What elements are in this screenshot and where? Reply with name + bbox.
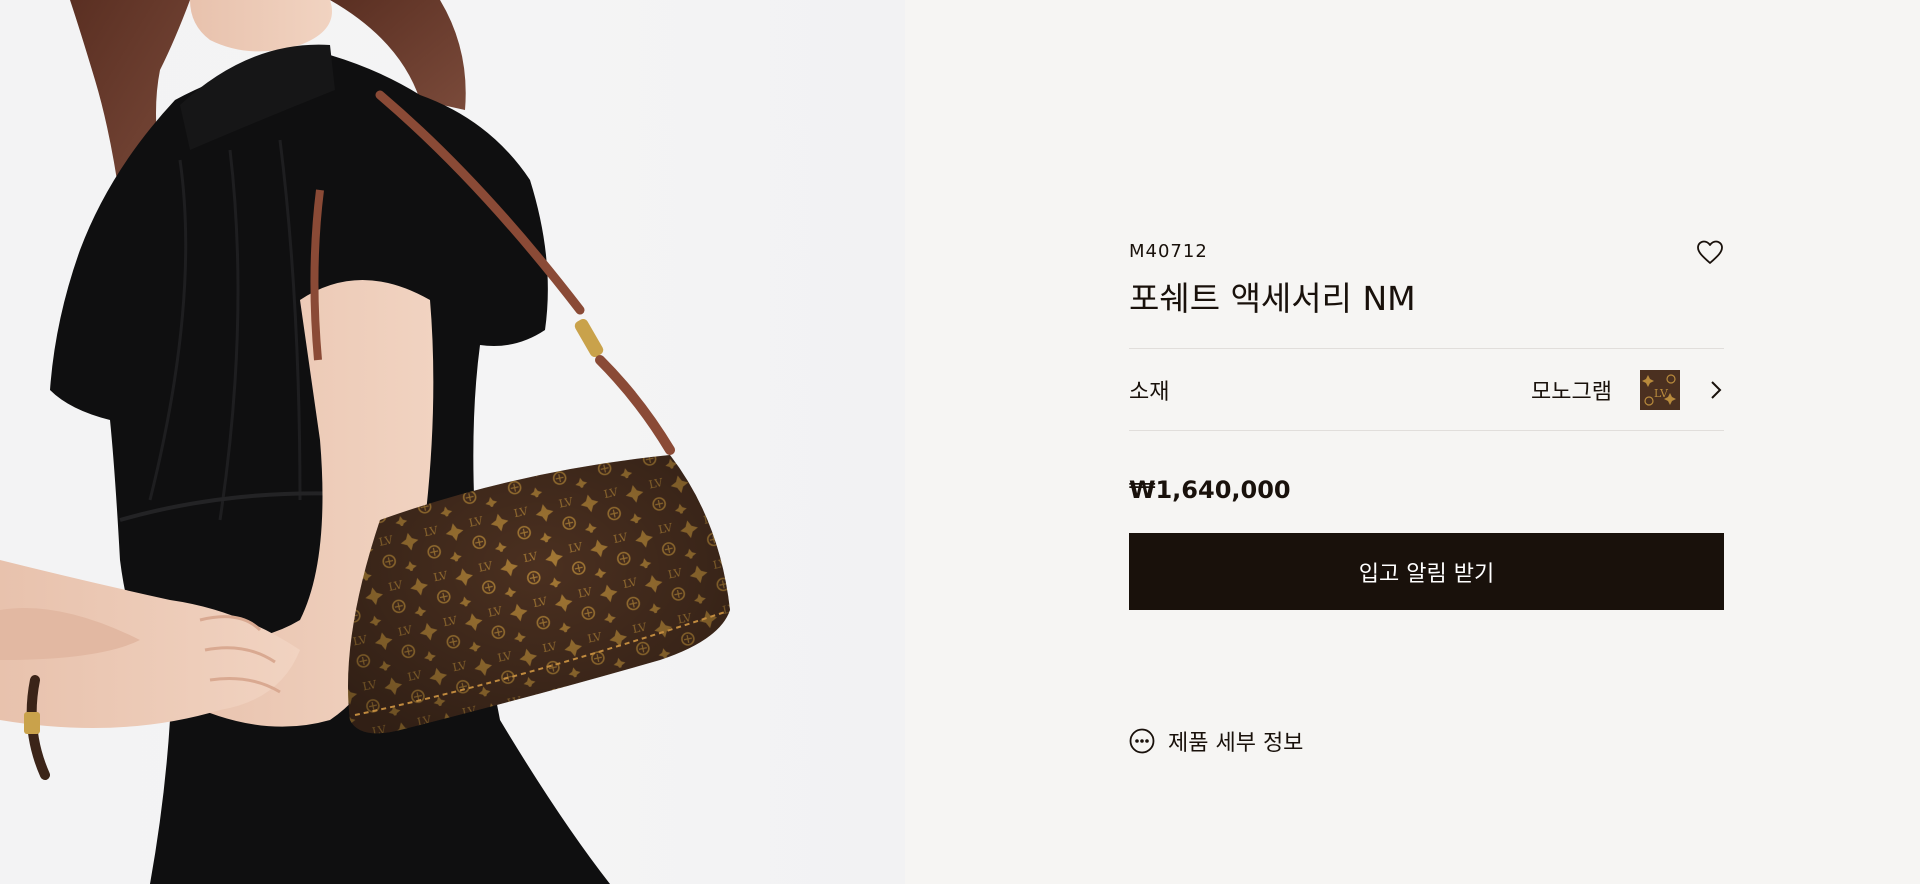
- material-label: 소재: [1129, 379, 1170, 405]
- product-summary: M40712 포쉐트 액세서리 NM 소재 모노그램 LV ₩1,640,000…: [1129, 238, 1724, 756]
- product-price: ₩1,640,000: [1129, 476, 1291, 504]
- monogram-swatch-icon: LV: [1640, 369, 1680, 410]
- chevron-right-icon: [1710, 380, 1724, 400]
- product-sku: M40712: [1129, 241, 1208, 262]
- more-circle-icon: [1129, 728, 1155, 754]
- product-photo-illustration: LV: [0, 0, 730, 884]
- product-details-link[interactable]: 제품 세부 정보: [1129, 726, 1724, 756]
- product-image[interactable]: LV: [0, 0, 905, 884]
- svg-text:LV: LV: [1654, 387, 1669, 400]
- wishlist-button[interactable]: [1696, 238, 1724, 266]
- material-selector[interactable]: 소재 모노그램 LV: [1129, 348, 1724, 431]
- material-swatch: LV: [1640, 369, 1680, 410]
- notify-me-button[interactable]: 입고 알림 받기: [1129, 533, 1724, 610]
- product-title: 포쉐트 액세서리 NM: [1129, 279, 1416, 318]
- heart-outline-icon: [1697, 240, 1723, 264]
- material-selection: 모노그램 LV: [1531, 369, 1724, 410]
- product-details-label: 제품 세부 정보: [1168, 731, 1304, 756]
- material-value: 모노그램: [1531, 379, 1612, 405]
- product-page: LV: [0, 0, 1920, 884]
- product-info-panel: M40712 포쉐트 액세서리 NM 소재 모노그램 LV ₩1,640,000…: [905, 0, 1920, 884]
